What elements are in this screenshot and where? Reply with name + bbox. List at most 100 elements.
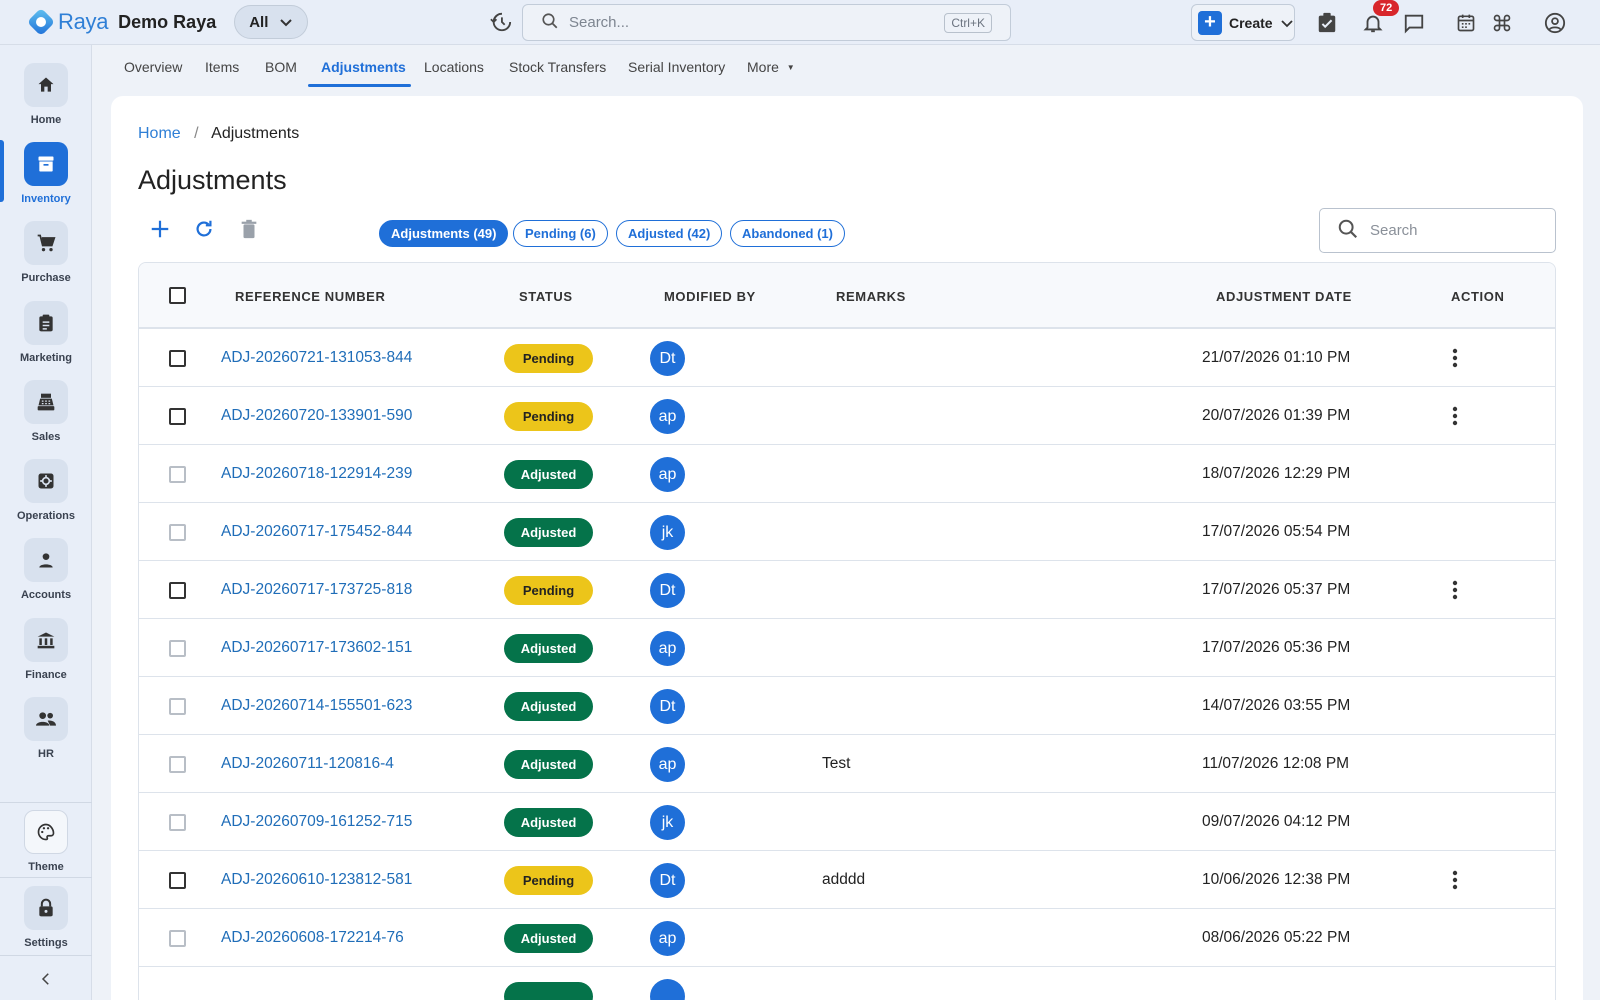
chat-icon[interactable]	[1401, 10, 1427, 36]
column-header-modified-by[interactable]: MODIFIED BY	[664, 289, 756, 304]
row-checkbox[interactable]	[169, 582, 186, 599]
reference-link[interactable]: ADJ-20260721-131053-844	[221, 349, 412, 367]
row-checkbox[interactable]	[169, 350, 186, 367]
tab-locations[interactable]: Locations	[424, 59, 484, 75]
select-all-checkbox[interactable]	[169, 287, 186, 304]
calendar-icon[interactable]	[1453, 10, 1479, 36]
row-checkbox[interactable]	[169, 756, 186, 773]
reference-link[interactable]: ADJ-20260717-173725-818	[221, 581, 412, 599]
table-search-input[interactable]: Search	[1319, 208, 1556, 253]
table-row[interactable]: ADJ-20260711-120816-4 Adjusted ap Test 11/07…	[139, 735, 1555, 793]
refresh-icon[interactable]	[193, 218, 215, 243]
more-vertical-icon[interactable]	[1452, 580, 1458, 603]
row-checkbox[interactable]	[169, 640, 186, 657]
table-row[interactable]: ADJ-20260721-131053-844 Pending Dt 21/07/20…	[139, 329, 1555, 387]
sidebar-item-operations[interactable]: Operations	[0, 459, 92, 535]
tab-adjustments[interactable]: Adjustments	[321, 59, 406, 75]
filter-chip-abandoned[interactable]: Abandoned (1)	[730, 220, 845, 247]
row-checkbox[interactable]	[169, 408, 186, 425]
sidebar-item-settings[interactable]: Settings	[0, 886, 92, 962]
sidebar-item-finance[interactable]: Finance	[0, 618, 92, 694]
table-row[interactable]: ADJ-20260608-172214-76 Adjusted ap 08/06/20…	[139, 909, 1555, 967]
column-header-status[interactable]: STATUS	[519, 289, 573, 304]
tab-stock-transfers[interactable]: Stock Transfers	[509, 59, 606, 75]
filter-chip-pending[interactable]: Pending (6)	[513, 220, 608, 247]
table-search-placeholder: Search	[1370, 222, 1418, 239]
user-account-icon[interactable]	[1542, 10, 1568, 36]
sidebar-item-sales[interactable]: Sales	[0, 380, 92, 456]
sidebar-item-label: Theme	[28, 861, 64, 873]
row-checkbox[interactable]	[169, 930, 186, 947]
reference-link[interactable]: ADJ-20260714-155501-623	[221, 697, 412, 715]
more-vertical-icon[interactable]	[1452, 348, 1458, 371]
more-vertical-icon[interactable]	[1452, 406, 1458, 429]
reference-link[interactable]: ADJ-20260717-173602-151	[221, 639, 412, 657]
avatar: ap	[650, 457, 685, 492]
sidebar-item-label: Sales	[31, 431, 61, 443]
sidebar-item-marketing[interactable]: Marketing	[0, 301, 92, 377]
reference-link[interactable]: ADJ-20260720-133901-590	[221, 407, 412, 425]
reference-link[interactable]: ADJ-20260717-175452-844	[221, 523, 412, 541]
chevron-down-icon	[280, 14, 293, 31]
scope-select[interactable]: All	[234, 5, 309, 39]
more-vertical-icon[interactable]	[1452, 870, 1458, 893]
tab-more-label: More	[747, 59, 779, 75]
adjustment-date: 21/07/2026 01:10 PM	[1202, 349, 1351, 366]
tab-more[interactable]: More ▼	[747, 59, 795, 75]
avatar: Dt	[650, 689, 685, 724]
status-badge: Adjusted	[504, 924, 593, 953]
sidebar-item-purchase[interactable]: Purchase	[0, 221, 92, 297]
reference-link[interactable]: ADJ-20260608-172214-76	[221, 929, 404, 947]
page-title: Adjustments	[138, 165, 287, 195]
reference-link[interactable]: ADJ-20260711-120816-4	[221, 755, 394, 773]
global-search-input[interactable]: Search... Ctrl+K	[522, 4, 1011, 41]
filter-chip-all[interactable]: Adjustments (49)	[379, 220, 509, 247]
command-icon[interactable]	[1489, 10, 1515, 36]
column-header-action: ACTION	[1451, 289, 1505, 304]
column-header-adjustment-date[interactable]: ADJUSTMENT DATE	[1216, 289, 1352, 304]
row-checkbox[interactable]	[169, 466, 186, 483]
adjustment-date: 17/07/2026 05:54 PM	[1202, 523, 1351, 540]
row-checkbox[interactable]	[169, 698, 186, 715]
table-row[interactable]: ADJ-20260610-123812-581 Pending Dt adddd 10/…	[139, 851, 1555, 909]
tab-overview[interactable]: Overview	[124, 59, 182, 75]
cash-register-icon	[24, 380, 68, 424]
table-row[interactable]: ADJ-20260714-155501-623 Adjusted Dt 14/07/2…	[139, 677, 1555, 735]
row-checkbox[interactable]	[169, 872, 186, 889]
add-icon[interactable]	[149, 218, 171, 243]
chevron-left-icon[interactable]	[37, 970, 55, 991]
clipboard-icon	[24, 301, 68, 345]
tasks-icon[interactable]	[1314, 10, 1340, 36]
remarks-text: Test	[822, 755, 851, 772]
breadcrumb-home[interactable]: Home	[138, 125, 181, 142]
table-row[interactable]: ADJ-20260717-173602-151 Adjusted ap 17/07/2…	[139, 619, 1555, 677]
adjustment-date: 20/07/2026 01:39 PM	[1202, 407, 1351, 424]
table-row[interactable]: ADJ-20260709-161252-715 Adjusted jk 09/07/2…	[139, 793, 1555, 851]
history-icon[interactable]	[490, 11, 512, 36]
tab-bom[interactable]: BOM	[265, 59, 297, 75]
tab-items[interactable]: Items	[205, 59, 239, 75]
table-row[interactable]: ADJ-20260717-175452-844 Adjusted jk 17/07/2…	[139, 503, 1555, 561]
column-header-reference[interactable]: REFERENCE NUMBER	[235, 289, 385, 304]
row-checkbox[interactable]	[169, 524, 186, 541]
avatar: jk	[650, 805, 685, 840]
column-header-remarks[interactable]: REMARKS	[836, 289, 906, 304]
row-checkbox[interactable]	[169, 814, 186, 831]
sidebar-item-theme[interactable]: Theme	[0, 810, 92, 886]
reference-link[interactable]: ADJ-20260709-161252-715	[221, 813, 412, 831]
sidebar-item-inventory[interactable]: Inventory	[0, 142, 92, 218]
table-row[interactable]: ADJ-20260717-173725-818 Pending Dt 17/07/20…	[139, 561, 1555, 619]
logo[interactable]: Raya Demo Raya All	[26, 5, 309, 39]
create-button[interactable]: + Create	[1191, 4, 1295, 41]
sidebar-item-home[interactable]: Home	[0, 63, 92, 139]
tab-serial-inventory[interactable]: Serial Inventory	[628, 59, 725, 75]
delete-icon[interactable]	[238, 218, 260, 243]
filter-chip-adjusted[interactable]: Adjusted (42)	[616, 220, 723, 247]
reference-link[interactable]: ADJ-20260610-123812-581	[221, 871, 412, 889]
status-badge: Adjusted	[504, 808, 593, 837]
table-row[interactable]: ADJ-20260720-133901-590 Pending ap 20/07/20…	[139, 387, 1555, 445]
sidebar-item-accounts[interactable]: Accounts	[0, 538, 92, 614]
sidebar-item-hr[interactable]: HR	[0, 697, 92, 773]
table-row[interactable]: ADJ-20260718-122914-239 Adjusted ap 18/07/2…	[139, 445, 1555, 503]
reference-link[interactable]: ADJ-20260718-122914-239	[221, 465, 412, 483]
